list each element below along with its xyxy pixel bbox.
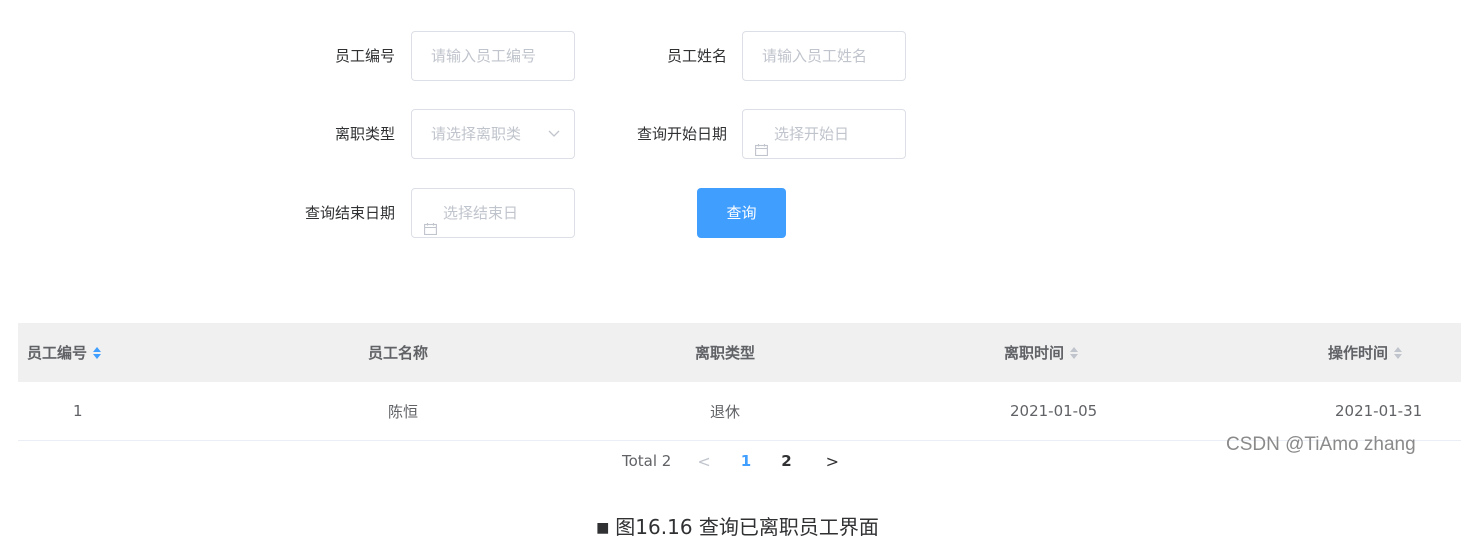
- prev-page-icon[interactable]: <: [697, 452, 710, 471]
- cell-employee-no: 1: [73, 402, 83, 420]
- cell-leave-type: 退休: [710, 402, 741, 421]
- end-date-placeholder: 选择结束日: [443, 204, 519, 222]
- leave-type-placeholder: 请选择离职类: [431, 125, 522, 143]
- end-date-picker[interactable]: 选择结束日: [411, 188, 575, 238]
- pagination-total: Total 2: [622, 452, 672, 470]
- start-date-placeholder: 选择开始日: [774, 125, 850, 143]
- calendar-icon: [755, 127, 768, 157]
- resigned-employee-table: 员工编号 员工名称 离职类型 离职时间 操作时间 1 陈恒 退休 2021-01…: [18, 323, 1461, 441]
- page-1-button[interactable]: 1: [741, 452, 751, 470]
- sort-caret-icon[interactable]: [1394, 346, 1403, 359]
- column-header-label: 员工名称: [368, 344, 429, 362]
- employee-name-input[interactable]: 请输入员工姓名: [742, 31, 906, 81]
- start-date-label: 查询开始日期: [636, 125, 727, 143]
- cell-operation-date: 2021-01-31: [1335, 402, 1423, 420]
- query-button[interactable]: 查询: [697, 188, 786, 238]
- caption-text: 图16.16 查询已离职员工界面: [615, 515, 879, 539]
- employee-name-label: 员工姓名: [666, 47, 727, 65]
- cell-leave-date: 2021-01-05: [1010, 402, 1098, 420]
- employee-no-input[interactable]: 请输入员工编号: [411, 31, 575, 81]
- leave-type-label: 离职类型: [334, 125, 395, 143]
- figure-caption: ■ 图16.16 查询已离职员工界面: [0, 511, 1475, 540]
- cell-employee-name: 陈恒: [388, 402, 419, 421]
- column-header-label: 员工编号: [27, 344, 88, 362]
- column-header-label: 操作时间: [1328, 344, 1389, 362]
- table-row[interactable]: 1 陈恒 退休 2021-01-05 2021-01-31: [18, 382, 1461, 441]
- column-leave-date[interactable]: 离职时间: [1004, 323, 1079, 382]
- pagination: Total 2 < 1 2 >: [622, 446, 839, 476]
- calendar-icon: [424, 206, 437, 236]
- column-employee-name: 员工名称: [368, 323, 428, 382]
- watermark: CSDN @TiAmo zhang: [1226, 434, 1416, 455]
- chevron-down-icon: [548, 110, 560, 158]
- next-page-icon[interactable]: >: [826, 452, 839, 471]
- sort-caret-icon[interactable]: [1070, 346, 1079, 359]
- column-leave-type: 离职类型: [695, 323, 755, 382]
- column-header-label: 离职时间: [1004, 344, 1065, 362]
- leave-type-select[interactable]: 请选择离职类: [411, 109, 575, 159]
- column-operation-date[interactable]: 操作时间: [1328, 323, 1403, 382]
- column-employee-no[interactable]: 员工编号: [27, 323, 102, 382]
- table-header: 员工编号 员工名称 离职类型 离职时间 操作时间: [18, 323, 1461, 382]
- employee-no-label: 员工编号: [334, 47, 395, 65]
- column-header-label: 离职类型: [695, 344, 756, 362]
- sort-caret-icon[interactable]: [93, 346, 102, 359]
- end-date-label: 查询结束日期: [304, 204, 395, 222]
- page-2-button[interactable]: 2: [781, 452, 791, 470]
- start-date-picker[interactable]: 选择开始日: [742, 109, 906, 159]
- caption-bullet: ■: [596, 520, 610, 536]
